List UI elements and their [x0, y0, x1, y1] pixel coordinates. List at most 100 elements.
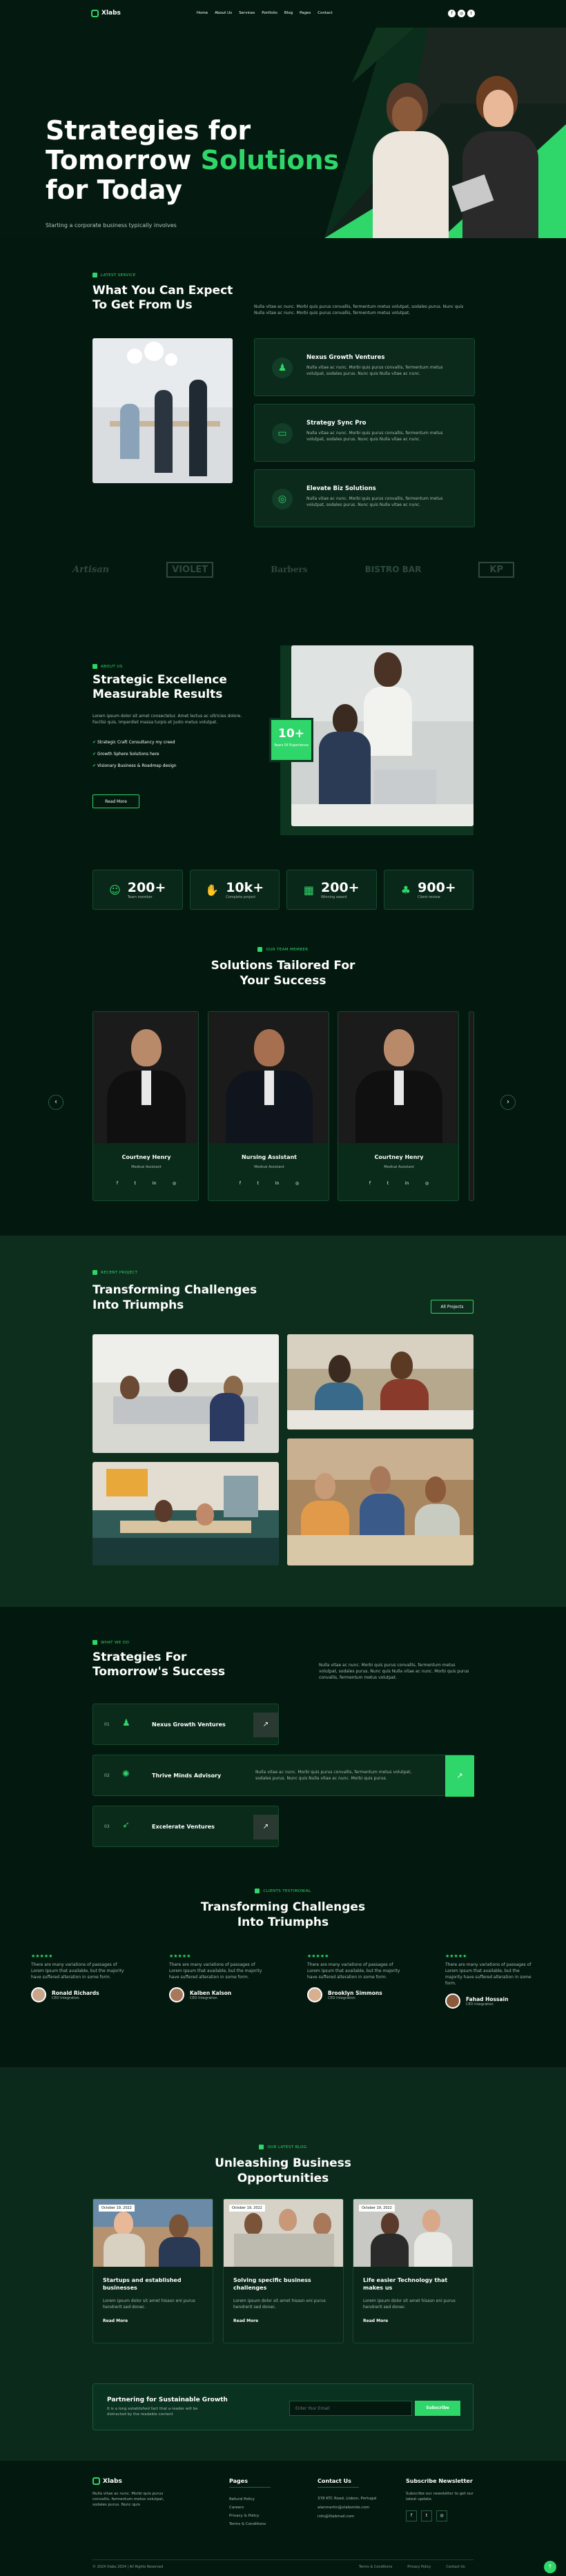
- newsletter-email-input[interactable]: [289, 2401, 412, 2416]
- facebook-icon[interactable]: f: [240, 1181, 241, 1186]
- strategies-title: Strategies For Tomorrow's Success: [92, 1650, 226, 1679]
- twitter-icon[interactable]: t: [387, 1181, 389, 1186]
- nav-menu: Home About Us Services Portfolio Blog Pa…: [197, 11, 333, 15]
- linkedin-icon[interactable]: in: [153, 1181, 156, 1186]
- testimonial-role: CEO Integration: [190, 1996, 217, 2000]
- footer-contact-list: 378 KTC Road, Lisbon, Portugal alanmarti…: [318, 2495, 380, 2520]
- facebook-icon[interactable]: f: [117, 1181, 118, 1186]
- check-icon: ✔: [92, 752, 97, 757]
- strategy-row-active[interactable]: 02 ✺ Thrive Minds Advisory Nulla vitae a…: [92, 1755, 474, 1797]
- twitter-icon[interactable]: t: [257, 1181, 259, 1186]
- footer-link[interactable]: Refund Policy: [229, 2495, 266, 2504]
- blog-read-more[interactable]: Read More: [233, 2319, 258, 2323]
- twitter-icon[interactable]: t: [421, 2510, 432, 2521]
- blog-date: October 19, 2022: [99, 2205, 135, 2212]
- experience-badge: 10+ Years Of Experience: [269, 718, 313, 762]
- testimonial-list: ★★★★★ There are many variations of passa…: [31, 1953, 538, 2009]
- footer-pages-title: Pages: [229, 2478, 248, 2484]
- stats-row: ☺ 200+ Team member ✋ 10k+ Complete project…: [92, 870, 474, 910]
- blog-card[interactable]: October 19, 2022 Solving specific busine…: [223, 2198, 344, 2343]
- check-icon: ✔: [92, 740, 97, 745]
- strategy-row[interactable]: 03 ➶ Excelerate Ventures ↗: [92, 1806, 279, 1847]
- globe-icon[interactable]: ◎: [295, 1181, 299, 1186]
- read-more-button[interactable]: Read More: [92, 794, 139, 808]
- service-card[interactable]: ◎ Elevate Biz Solutions Nulla vitae ac n…: [254, 469, 475, 527]
- linkedin-icon[interactable]: in: [405, 1181, 409, 1186]
- blog-read-more[interactable]: Read More: [363, 2319, 388, 2323]
- project-photo[interactable]: [92, 1334, 279, 1453]
- team-card[interactable]: Nursing Assistant Medical Assistant f t in…: [208, 1011, 329, 1201]
- back-to-top-button[interactable]: ↑: [544, 2561, 556, 2573]
- review-icon: ♣: [400, 883, 411, 897]
- linkedin-icon[interactable]: in: [275, 1181, 279, 1186]
- nav-item-contact[interactable]: Contact: [318, 11, 332, 15]
- contact-email[interactable]: info@Xlabmail.com: [318, 2513, 380, 2520]
- excellence-photo: [291, 645, 474, 826]
- member-socials: f t in ◎: [231, 1181, 307, 1186]
- nav-item-pages[interactable]: Pages: [300, 11, 311, 15]
- nav-item-home[interactable]: Home: [197, 11, 208, 15]
- footer-logo[interactable]: Xlabs: [92, 2477, 122, 2485]
- footer: Xlabs Nulla vitae ac nunc. Morbi quis pu…: [0, 2461, 566, 2576]
- footer-pages-underline: [229, 2487, 271, 2488]
- nav-item-blog[interactable]: Blog: [284, 11, 293, 15]
- facebook-icon[interactable]: f: [369, 1181, 371, 1186]
- facebook-icon[interactable]: f: [448, 9, 456, 17]
- project-photo[interactable]: [287, 1334, 474, 1430]
- row-number: 02: [104, 1773, 110, 1778]
- twitter-icon[interactable]: t: [135, 1181, 136, 1186]
- instagram-icon[interactable]: ◎: [458, 9, 465, 17]
- subscribe-button[interactable]: Subscribe: [415, 2401, 460, 2416]
- twitter-icon[interactable]: t: [467, 9, 475, 17]
- arrow-icon[interactable]: ↗: [253, 1713, 278, 1737]
- team-card[interactable]: Courtney Henry Medical Assistant f t in ◎: [92, 1011, 199, 1201]
- nav-item-portfolio[interactable]: Portfolio: [262, 11, 277, 15]
- team-card[interactable]: Courtney Henry Medical Assistant f t in ◎: [338, 1011, 459, 1201]
- stat-label: Team member: [127, 895, 153, 899]
- footer-bottom-link[interactable]: Contact Us: [446, 2565, 465, 2569]
- service-title: Nexus Growth Ventures: [306, 354, 385, 361]
- avatar: [445, 1993, 460, 2009]
- arrow-icon[interactable]: ↗: [445, 1755, 474, 1797]
- globe-icon[interactable]: ◎: [425, 1181, 429, 1186]
- contact-email[interactable]: alanmartin@xlabsmile.com: [318, 2504, 380, 2511]
- expect-section: LATEST SERVICE What You Can Expect To Ge…: [0, 238, 566, 527]
- footer-link[interactable]: Privacy & Policy: [229, 2512, 266, 2520]
- blog-card[interactable]: October 19, 2022 Life easier Technology …: [353, 2198, 474, 2343]
- strategy-row[interactable]: 01 ♟ Nexus Growth Ventures ↗: [92, 1704, 279, 1745]
- blog-card[interactable]: October 19, 2022 Startups and establishe…: [92, 2198, 213, 2343]
- logo[interactable]: Xlabs: [91, 9, 121, 17]
- footer-divider: [92, 2559, 474, 2560]
- instagram-icon[interactable]: ◎: [436, 2510, 447, 2521]
- blog-read-more[interactable]: Read More: [103, 2319, 128, 2323]
- globe-icon[interactable]: ◎: [173, 1181, 176, 1186]
- project-photo[interactable]: [287, 1438, 474, 1565]
- footer-bottom-links: Terms & Conditions Privacy Policy Contac…: [359, 2565, 465, 2569]
- team-prev-button[interactable]: ‹: [48, 1095, 64, 1110]
- facebook-icon[interactable]: f: [406, 2510, 417, 2521]
- member-socials: f t in ◎: [361, 1181, 437, 1186]
- badge-text: Years Of Experience: [274, 743, 309, 748]
- all-projects-button[interactable]: All Projects: [431, 1300, 474, 1314]
- member-role: Medical Assistant: [131, 1165, 162, 1169]
- blog-post-desc: Lorem ipsum dolor sit amet hisasn eni pu…: [363, 2299, 456, 2310]
- footer-bottom-link[interactable]: Terms & Conditions: [359, 2565, 392, 2569]
- handshake-icon: ✋: [205, 883, 219, 897]
- member-name: Courtney Henry: [374, 1154, 424, 1160]
- service-card[interactable]: ▭ Strategy Sync Pro Nulla vitae ac nunc.…: [254, 404, 475, 462]
- nav-item-about[interactable]: About Us: [215, 11, 232, 15]
- member-photo: [338, 1012, 458, 1143]
- projects-tag: RECENT PROJECT: [92, 1270, 137, 1275]
- nav-item-services[interactable]: Services: [239, 11, 255, 15]
- service-card[interactable]: ♟ Nexus Growth Ventures Nulla vitae ac n…: [254, 338, 475, 396]
- footer-link[interactable]: Terms & Conditions: [229, 2520, 266, 2528]
- logo-text: Xlabs: [101, 10, 121, 17]
- rating-stars: ★★★★★: [307, 1953, 329, 1959]
- footer-link[interactable]: Careers: [229, 2504, 266, 2512]
- footer-contact-title: Contact Us: [318, 2478, 351, 2484]
- brand-logo: Artisan: [72, 564, 110, 575]
- footer-bottom-link[interactable]: Privacy Policy: [407, 2565, 431, 2569]
- project-photo[interactable]: [92, 1462, 279, 1565]
- arrow-icon[interactable]: ↗: [253, 1815, 278, 1840]
- team-next-button[interactable]: ›: [500, 1095, 516, 1110]
